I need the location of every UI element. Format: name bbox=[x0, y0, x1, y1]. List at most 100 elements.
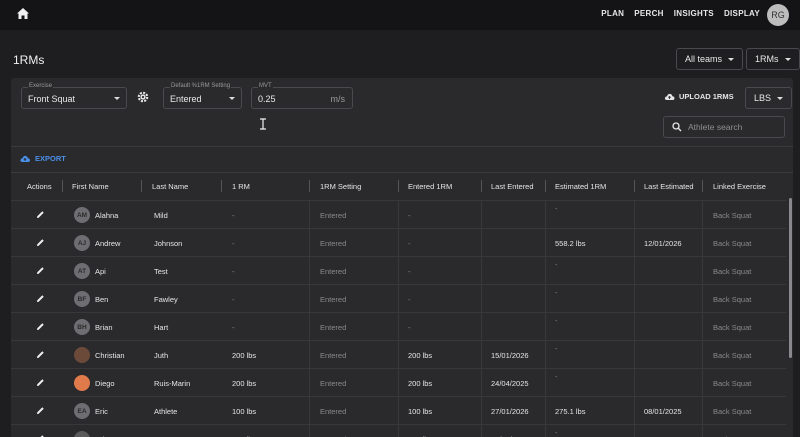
cell-separator bbox=[634, 285, 635, 312]
pencil-icon[interactable] bbox=[36, 210, 45, 219]
column-separator bbox=[481, 180, 482, 192]
cell-separator bbox=[545, 425, 546, 437]
pencil-icon[interactable] bbox=[36, 378, 45, 387]
cell-estimated: - bbox=[555, 344, 558, 353]
pencil-icon[interactable] bbox=[36, 406, 45, 415]
col-1rm-setting[interactable]: 1RM Setting bbox=[320, 182, 361, 191]
col-estimated-1rm[interactable]: Estimated 1RM bbox=[555, 182, 606, 191]
cell-separator bbox=[545, 201, 546, 228]
table-row[interactable]: Christian Juth 200 lbs Entered 200 lbs 15/01/… bbox=[11, 340, 786, 368]
cell-separator bbox=[545, 341, 546, 368]
mvt-unit: m/s bbox=[330, 94, 346, 104]
cell-rm: - bbox=[232, 211, 235, 220]
mvt-field[interactable]: MVT 0.25 m/s bbox=[251, 83, 353, 109]
cell-rm: 200 lbs bbox=[232, 379, 257, 388]
pencil-icon[interactable] bbox=[36, 266, 45, 275]
chevron-down-icon bbox=[114, 97, 120, 100]
exercise-value: Front Squat bbox=[28, 94, 76, 104]
cell-separator bbox=[309, 257, 310, 284]
cell-first: Alahna bbox=[95, 211, 119, 220]
gear-icon[interactable] bbox=[137, 91, 149, 103]
team-select[interactable]: All teams bbox=[676, 48, 744, 70]
page-title: 1RMs bbox=[13, 53, 45, 67]
cell-entered: - bbox=[408, 295, 411, 304]
col-last-estimated[interactable]: Last Estimated bbox=[644, 182, 694, 191]
table-row[interactable]: AT Api Test - Entered - - Back Squat bbox=[11, 256, 786, 284]
scrollbar[interactable] bbox=[789, 198, 792, 358]
cell-separator bbox=[702, 285, 703, 312]
cell-separator bbox=[309, 285, 310, 312]
cell-separator bbox=[702, 369, 703, 396]
pencil-icon[interactable] bbox=[36, 238, 45, 247]
avatar: EA bbox=[74, 403, 90, 419]
cell-estimated: 275.1 lbs bbox=[555, 407, 586, 416]
table-row[interactable]: EricHensman200 lbsEntered200 lbs25/03/20… bbox=[11, 424, 786, 437]
table-header: Actions First Name Last Name 1 RM 1RM Se… bbox=[11, 176, 793, 196]
cell-estimated: - bbox=[555, 260, 558, 269]
user-avatar[interactable]: RG bbox=[767, 4, 789, 26]
cell-separator bbox=[702, 341, 703, 368]
cell-separator bbox=[702, 201, 703, 228]
table-row[interactable]: Diego Ruis-Marin 200 lbs Entered 200 lbs 24/0… bbox=[11, 368, 786, 396]
view-select[interactable]: 1RMs bbox=[746, 48, 800, 70]
cell-linked: Back Squat bbox=[713, 211, 752, 220]
cell-separator bbox=[481, 397, 482, 424]
col-last-name[interactable]: Last Name bbox=[152, 182, 188, 191]
text-cursor-icon bbox=[260, 118, 266, 130]
cell-rm: - bbox=[232, 267, 235, 276]
cell-separator bbox=[309, 229, 310, 256]
cell-separator bbox=[309, 425, 310, 437]
nav-plan[interactable]: PLAN bbox=[601, 9, 624, 18]
cloud-upload-icon bbox=[664, 93, 675, 100]
table-row[interactable]: AJ Andrew Johnson - Entered - 558.2 lbs 12/01/2… bbox=[11, 228, 786, 256]
cell-last-entered: 27/01/2026 bbox=[491, 407, 529, 416]
export-label: EXPORT bbox=[35, 154, 66, 163]
avatar: BH bbox=[74, 319, 90, 335]
cell-separator bbox=[481, 369, 482, 396]
table-row[interactable]: EA Eric Athlete 100 lbs Entered 100 lbs 27/01/… bbox=[11, 396, 786, 424]
col-last-entered[interactable]: Last Entered bbox=[491, 182, 534, 191]
col-1rm[interactable]: 1 RM bbox=[232, 182, 250, 191]
cell-separator bbox=[398, 341, 399, 368]
cell-separator bbox=[481, 313, 482, 340]
cell-separator bbox=[398, 257, 399, 284]
home-icon[interactable] bbox=[15, 6, 31, 22]
exercise-select[interactable]: Exercise Front Squat bbox=[21, 83, 127, 109]
col-first-name[interactable]: First Name bbox=[72, 182, 109, 191]
cell-linked: Back Squat bbox=[713, 379, 752, 388]
table-row[interactable]: BF Ben Fawley - Entered - - Back Squat bbox=[11, 284, 786, 312]
cell-last: Juth bbox=[154, 351, 169, 360]
avatar: AT bbox=[74, 263, 90, 279]
nav-perch[interactable]: PERCH bbox=[634, 9, 664, 18]
cell-separator bbox=[702, 229, 703, 256]
col-actions[interactable]: Actions bbox=[27, 182, 52, 191]
cell-separator bbox=[545, 313, 546, 340]
search-input[interactable] bbox=[688, 122, 778, 132]
cell-entered: 200 lbs bbox=[408, 379, 433, 388]
cell-last: Mild bbox=[154, 211, 168, 220]
cell-entered: - bbox=[408, 267, 411, 276]
pencil-icon[interactable] bbox=[36, 294, 45, 303]
col-entered-1rm[interactable]: Entered 1RM bbox=[408, 182, 452, 191]
cell-last-entered: 15/01/2026 bbox=[491, 351, 529, 360]
nav-display[interactable]: DISPLAY bbox=[724, 9, 760, 18]
top-bar: PLAN PERCH INSIGHTS DISPLAY RG bbox=[0, 0, 800, 30]
export-button[interactable]: EXPORT bbox=[19, 154, 66, 163]
chevron-down-icon bbox=[229, 97, 235, 100]
pencil-icon[interactable] bbox=[36, 322, 45, 331]
cell-rm: 100 lbs bbox=[232, 407, 257, 416]
units-select[interactable]: LBS bbox=[745, 87, 793, 109]
table-row[interactable]: BH Brian Hart - Entered - - Back Squat bbox=[11, 312, 786, 340]
avatar: AM bbox=[74, 207, 90, 223]
cell-separator bbox=[398, 229, 399, 256]
nav-insights[interactable]: INSIGHTS bbox=[674, 9, 714, 18]
col-linked-exercise[interactable]: Linked Exercise bbox=[713, 182, 766, 191]
table-row[interactable]: AM Alahna Mild - Entered - - Back Squat bbox=[11, 200, 786, 228]
cell-entered: 100 lbs bbox=[408, 407, 433, 416]
setting-select[interactable]: Default %1RM Setting Entered bbox=[163, 83, 242, 109]
upload-button[interactable]: UPLOAD 1RMS bbox=[664, 92, 734, 101]
athlete-search[interactable] bbox=[663, 116, 785, 138]
cell-linked: Back Squat bbox=[713, 351, 752, 360]
cell-separator bbox=[309, 369, 310, 396]
pencil-icon[interactable] bbox=[36, 350, 45, 359]
